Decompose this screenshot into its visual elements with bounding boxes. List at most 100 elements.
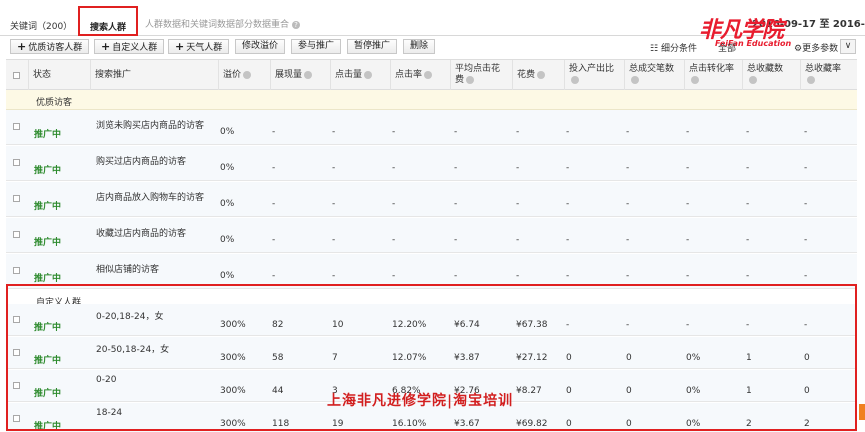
col-fav-rate[interactable]: 总收藏率 bbox=[800, 60, 857, 91]
table-row[interactable]: 推广中 收藏过店内商品的访客 0% - - - - - - - - - - bbox=[6, 218, 857, 253]
row-premium[interactable]: 300% bbox=[220, 419, 246, 429]
row-cvr: 0% bbox=[686, 386, 701, 396]
edit-premium-button[interactable]: 修改溢价 bbox=[235, 39, 286, 54]
breakdown-all[interactable]: 全部 bbox=[718, 41, 736, 54]
col-cost[interactable]: 花费 bbox=[512, 60, 564, 91]
row-cost: ¥67.38 bbox=[516, 320, 548, 330]
col-ctr-label: 点击率 bbox=[395, 70, 423, 80]
row-favorites: 1 bbox=[746, 353, 752, 363]
row-cost: ¥27.12 bbox=[516, 353, 548, 363]
add-custom-crowd-label: 自定义人群 bbox=[112, 43, 158, 53]
row-checkbox[interactable] bbox=[13, 195, 20, 202]
help-icon[interactable]: ? bbox=[292, 20, 301, 29]
add-weather-crowd-label: 天气人群 bbox=[186, 43, 223, 53]
row-favorites: - bbox=[746, 271, 750, 281]
row-clicks: 10 bbox=[332, 320, 344, 330]
row-cost: ¥69.82 bbox=[516, 419, 548, 429]
table-row[interactable]: 推广中 0-20,18-24，女 300% 82 10 12.20% ¥6.74 ¥67.38… bbox=[6, 304, 857, 336]
group-premium-label: 优质访客 bbox=[36, 98, 73, 108]
col-avg-cpc[interactable]: 平均点击花费 bbox=[450, 60, 512, 91]
row-checkbox[interactable] bbox=[13, 382, 20, 389]
row-fav-rate: - bbox=[804, 127, 808, 137]
row-status: 推广中 bbox=[34, 202, 62, 212]
row-crowd-name: 相似店铺的访客 bbox=[96, 265, 160, 275]
col-clicks[interactable]: 点击量 bbox=[330, 60, 390, 91]
row-premium[interactable]: 0% bbox=[220, 127, 234, 137]
row-clicks: - bbox=[332, 271, 336, 281]
col-total-orders[interactable]: 总成交笔数 bbox=[624, 60, 684, 91]
col-premium[interactable]: 溢价 bbox=[218, 60, 270, 91]
row-checkbox[interactable] bbox=[13, 267, 20, 274]
row-roi: 0 bbox=[566, 353, 572, 363]
select-all-checkbox[interactable] bbox=[13, 72, 20, 79]
row-favorites: 1 bbox=[746, 386, 752, 396]
row-cvr: 0% bbox=[686, 353, 701, 363]
row-checkbox[interactable] bbox=[13, 349, 20, 356]
row-orders: - bbox=[626, 199, 630, 209]
feedback-tab[interactable] bbox=[859, 404, 865, 420]
row-avg-cpc: - bbox=[454, 271, 458, 281]
info-icon bbox=[243, 70, 252, 79]
col-roi[interactable]: 投入产出比 bbox=[564, 60, 624, 91]
row-premium[interactable]: 300% bbox=[220, 320, 246, 330]
table-row[interactable]: 推广中 购买过店内商品的访客 0% - - - - - - - - - - bbox=[6, 146, 857, 181]
row-premium[interactable]: 300% bbox=[220, 386, 246, 396]
tab-search-crowd-label: 搜索人群 bbox=[90, 23, 127, 33]
pause-promotion-button[interactable]: 暂停推广 bbox=[347, 39, 398, 54]
delete-button[interactable]: 删除 bbox=[403, 39, 436, 54]
row-roi: - bbox=[566, 199, 570, 209]
row-premium[interactable]: 0% bbox=[220, 163, 234, 173]
row-premium[interactable]: 0% bbox=[220, 199, 234, 209]
row-checkbox[interactable] bbox=[13, 316, 20, 323]
col-avg-cpc-label: 平均点击花费 bbox=[455, 64, 501, 85]
row-impressions: - bbox=[272, 163, 276, 173]
row-premium[interactable]: 300% bbox=[220, 353, 246, 363]
table-row[interactable]: 推广中 浏览未购买店内商品的访客 0% - - - - - - - - - - bbox=[6, 110, 857, 145]
row-favorites: - bbox=[746, 163, 750, 173]
table-row[interactable]: 推广中 相似店铺的访客 0% - - - - - - - - - - bbox=[6, 254, 857, 289]
row-roi: 0 bbox=[566, 419, 572, 429]
col-crowd: 搜索推广 bbox=[90, 60, 218, 91]
col-impressions[interactable]: 展现量 bbox=[270, 60, 330, 91]
row-ctr: 12.07% bbox=[392, 353, 427, 363]
tab-keywords[interactable]: 关键词（200） bbox=[10, 19, 72, 32]
col-status-label: 状态 bbox=[33, 70, 52, 80]
row-avg-cpc: - bbox=[454, 199, 458, 209]
row-avg-cpc: - bbox=[454, 127, 458, 137]
col-favorites[interactable]: 总收藏数 bbox=[742, 60, 800, 91]
col-cvr[interactable]: 点击转化率 bbox=[684, 60, 742, 91]
row-checkbox[interactable] bbox=[13, 123, 20, 130]
add-premium-crowd-label: 优质访客人群 bbox=[28, 43, 83, 53]
row-checkbox[interactable] bbox=[13, 159, 20, 166]
info-icon bbox=[691, 75, 699, 84]
row-crowd-name: 0-20 bbox=[96, 375, 117, 385]
add-premium-crowd-button[interactable]: + 优质访客人群 bbox=[10, 39, 90, 54]
add-weather-crowd-button[interactable]: + 天气人群 bbox=[168, 39, 230, 54]
row-roi: - bbox=[566, 271, 570, 281]
row-fav-rate: 0 bbox=[804, 353, 810, 363]
row-checkbox[interactable] bbox=[13, 415, 20, 422]
chevron-down-icon[interactable]: ∨ bbox=[840, 39, 856, 54]
row-fav-rate: - bbox=[804, 235, 808, 245]
join-promotion-button[interactable]: 参与推广 bbox=[291, 39, 342, 54]
more-params-button[interactable]: ⚙更多参数 bbox=[794, 41, 838, 54]
col-status: 状态 bbox=[28, 60, 90, 91]
row-checkbox[interactable] bbox=[13, 231, 20, 238]
col-total-orders-label: 总成交笔数 bbox=[629, 64, 675, 74]
add-custom-crowd-button[interactable]: + 自定义人群 bbox=[94, 39, 165, 54]
data-overlap-note-text: 人群数据和关键词数据部分数据重合 bbox=[145, 20, 290, 30]
col-ctr[interactable]: 点击率 bbox=[390, 60, 450, 91]
row-cvr: - bbox=[686, 271, 690, 281]
row-premium[interactable]: 0% bbox=[220, 271, 234, 281]
row-cvr: - bbox=[686, 163, 690, 173]
table-row[interactable]: 推广中 20-50,18-24，女 300% 58 7 12.07% ¥3.87 ¥27.12… bbox=[6, 337, 857, 369]
row-premium[interactable]: 0% bbox=[220, 235, 234, 245]
row-orders: - bbox=[626, 163, 630, 173]
col-roi-label: 投入产出比 bbox=[569, 64, 615, 74]
table-row[interactable]: 推广中 店内商品放入购物车的访客 0% - - - - - - - - - - bbox=[6, 182, 857, 217]
row-cost: ¥8.27 bbox=[516, 386, 542, 396]
tab-search-crowd[interactable]: 搜索人群 bbox=[78, 6, 138, 36]
breakdown-selector[interactable]: ☷ 细分条件 bbox=[650, 41, 697, 54]
row-ctr: 12.20% bbox=[392, 320, 427, 330]
row-ctr: 16.10% bbox=[392, 419, 427, 429]
